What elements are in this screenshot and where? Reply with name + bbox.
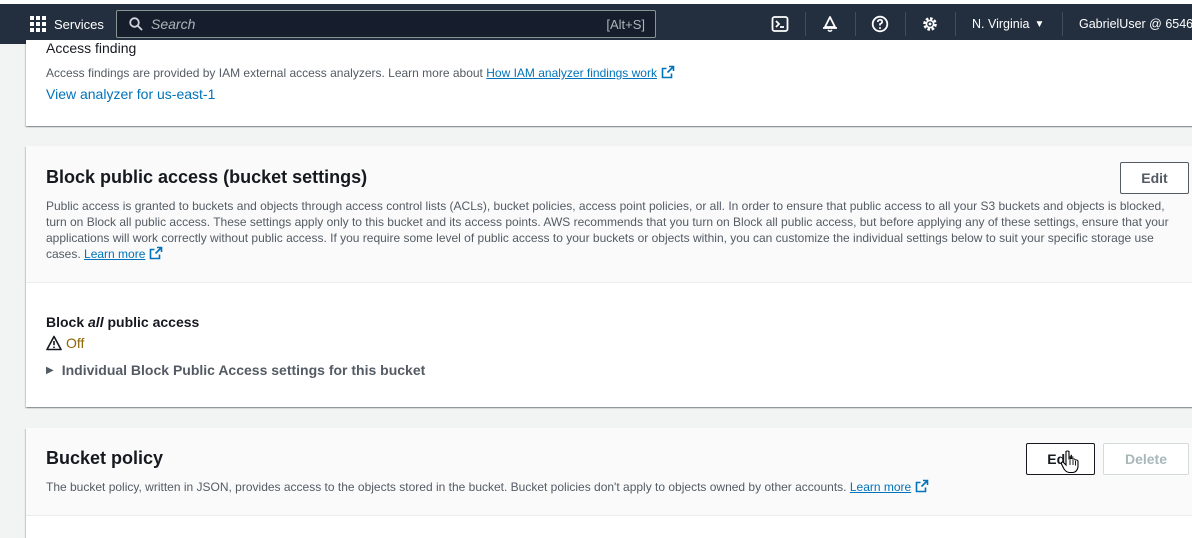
notifications-bell-icon[interactable] bbox=[821, 15, 839, 33]
search-input[interactable]: Search [Alt+S] bbox=[116, 10, 656, 38]
grid-icon bbox=[30, 16, 46, 32]
cloudshell-icon[interactable] bbox=[771, 15, 789, 33]
region-label: N. Virginia bbox=[972, 17, 1030, 31]
block-all-status: Off bbox=[46, 335, 84, 351]
services-menu[interactable]: Services bbox=[30, 4, 104, 44]
bucket-policy-learn-more-link[interactable]: Learn more bbox=[849, 479, 929, 494]
block-all-suffix: public access bbox=[103, 314, 200, 330]
access-finding-text: Access findings are provided by IAM exte… bbox=[46, 66, 483, 80]
block-all-emphasis: all bbox=[88, 314, 104, 330]
account-label: GabrielUser @ 6546- bbox=[1079, 17, 1192, 31]
warning-icon bbox=[46, 335, 62, 351]
bucket-policy-header bbox=[26, 428, 1192, 516]
help-icon[interactable] bbox=[871, 15, 889, 33]
settings-gear-icon[interactable] bbox=[921, 15, 939, 33]
nav-divider bbox=[855, 12, 856, 36]
nav-divider bbox=[1062, 12, 1063, 36]
access-finding-description: Access findings are provided by IAM exte… bbox=[46, 65, 675, 81]
nav-divider bbox=[905, 12, 906, 36]
block-public-access-desc-text: Public access is granted to buckets and … bbox=[46, 199, 1169, 261]
region-selector[interactable]: N. Virginia ▼ bbox=[972, 4, 1044, 44]
learn-more-text: Learn more bbox=[84, 247, 146, 261]
iam-analyzer-findings-link[interactable]: How IAM analyzer findings work bbox=[486, 65, 675, 80]
hand-cursor-icon bbox=[1060, 450, 1079, 474]
external-link-icon bbox=[150, 246, 163, 260]
bucket-policy-description: The bucket policy, written in JSON, prov… bbox=[46, 479, 929, 495]
search-shortcut: [Alt+S] bbox=[606, 16, 645, 32]
bucket-policy-title: Bucket policy bbox=[46, 448, 164, 468]
iam-analyzer-findings-link-text: How IAM analyzer findings work bbox=[486, 66, 657, 80]
bucket-policy-delete-button[interactable]: Delete bbox=[1103, 443, 1189, 475]
learn-more-text: Learn more bbox=[849, 480, 912, 494]
search-placeholder: Search bbox=[151, 16, 196, 32]
block-public-access-edit-button[interactable]: Edit bbox=[1120, 162, 1189, 194]
top-navigation-bar: Services Search [Alt+S] N. Virginia ▼ Ga… bbox=[0, 4, 1192, 44]
caret-right-icon: ▶ bbox=[46, 364, 54, 376]
view-analyzer-link[interactable]: View analyzer for us-east-1 bbox=[46, 86, 215, 102]
access-finding-title: Access finding bbox=[46, 40, 137, 56]
external-link-icon bbox=[661, 65, 675, 79]
account-menu[interactable]: GabrielUser @ 6546- bbox=[1079, 4, 1192, 44]
external-link-icon bbox=[915, 479, 929, 493]
services-label: Services bbox=[54, 16, 104, 32]
caret-down-icon: ▼ bbox=[1034, 18, 1045, 30]
nav-divider bbox=[955, 12, 956, 36]
block-public-access-panel: Block public access (bucket settings) Ed… bbox=[26, 146, 1192, 407]
block-public-learn-more-link[interactable]: Learn more bbox=[84, 246, 163, 261]
block-all-prefix: Block bbox=[46, 314, 89, 330]
bucket-policy-desc-text: The bucket policy, written in JSON, prov… bbox=[46, 480, 847, 494]
block-public-access-description: Public access is granted to buckets and … bbox=[46, 198, 1188, 262]
block-public-access-title: Block public access (bucket settings) bbox=[46, 167, 368, 187]
individual-settings-label: Individual Block Public Access settings … bbox=[61, 362, 426, 378]
search-icon bbox=[129, 17, 143, 31]
access-finding-panel: Access finding Access findings are provi… bbox=[26, 40, 1192, 126]
nav-divider bbox=[805, 12, 806, 36]
block-all-public-access-label: Block all public access bbox=[46, 314, 199, 330]
bucket-policy-panel: Bucket policy Edit Delete The bucket pol… bbox=[26, 428, 1192, 538]
status-off: Off bbox=[66, 335, 85, 351]
individual-settings-expander[interactable]: ▶ Individual Block Public Access setting… bbox=[46, 362, 425, 378]
